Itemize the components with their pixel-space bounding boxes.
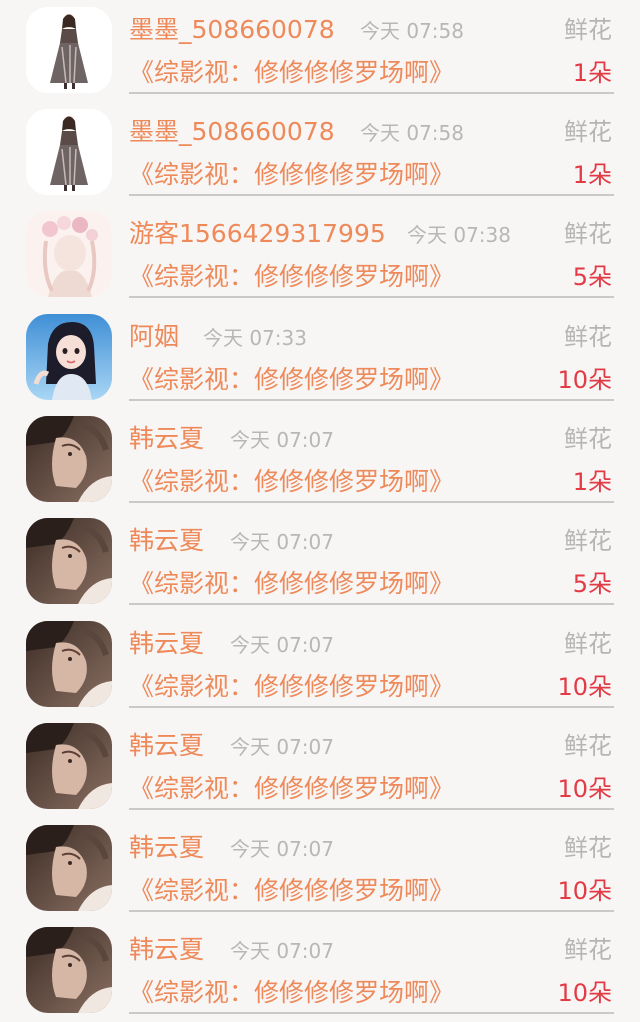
user-avatar[interactable] bbox=[26, 518, 112, 604]
flower-count: 5朵 bbox=[572, 570, 612, 598]
gift-time: 今天 07:07 bbox=[230, 837, 334, 861]
user-avatar[interactable] bbox=[26, 621, 112, 707]
gift-type-label: 鲜花 bbox=[564, 323, 612, 351]
gift-type-label: 鲜花 bbox=[564, 527, 612, 555]
row-divider bbox=[129, 808, 614, 810]
gift-record-item[interactable]: 韩云夏 今天 07:07 鲜花《综影视：修修修修罗场啊》 10朵 bbox=[0, 614, 640, 716]
gift-record-item[interactable]: 墨墨_508660078 今天 07:58 鲜花《综影视：修修修修罗场啊》 1朵 bbox=[0, 0, 640, 102]
user-avatar[interactable] bbox=[26, 927, 112, 1013]
row-divider bbox=[129, 92, 614, 94]
gift-record-list: 墨墨_508660078 今天 07:58 鲜花 《综影视：修修修修罗场啊》 1朵 墨墨… bbox=[0, 0, 640, 1021]
gift-time: 今天 07:07 bbox=[230, 633, 334, 657]
user-avatar[interactable] bbox=[26, 7, 112, 93]
book-title-link[interactable]: 《综影视：修修修修罗场啊》 bbox=[129, 362, 454, 398]
user-name[interactable]: 阿姻 bbox=[129, 319, 179, 355]
flower-count: 10朵 bbox=[557, 775, 612, 803]
user-name[interactable]: 韩云夏 bbox=[129, 421, 204, 457]
user-name[interactable]: 墨墨_508660078 bbox=[129, 114, 335, 150]
gift-time: 今天 07:38 bbox=[407, 223, 511, 247]
gift-record-item[interactable]: 阿姻 今天 07:33 鲜花《综影视：修修修修罗场啊》 10朵 bbox=[0, 307, 640, 409]
user-avatar[interactable] bbox=[26, 211, 112, 297]
gift-time: 今天 07:07 bbox=[230, 428, 334, 452]
user-name[interactable]: 游客1566429317995 bbox=[129, 216, 386, 252]
gift-time: 今天 07:07 bbox=[230, 939, 334, 963]
gift-type-label: 鲜花 bbox=[564, 118, 612, 146]
book-title-link[interactable]: 《综影视：修修修修罗场啊》 bbox=[129, 566, 454, 602]
gift-time: 今天 07:33 bbox=[203, 326, 307, 350]
book-title-link[interactable]: 《综影视：修修修修罗场啊》 bbox=[129, 464, 454, 500]
gift-record-item[interactable]: 韩云夏 今天 07:07 鲜花《综影视：修修修修罗场啊》 1朵 bbox=[0, 409, 640, 511]
gift-time: 今天 07:07 bbox=[230, 735, 334, 759]
user-name[interactable]: 韩云夏 bbox=[129, 728, 204, 764]
row-divider bbox=[129, 603, 614, 605]
user-avatar[interactable] bbox=[26, 723, 112, 809]
gift-time: 今天 07:58 bbox=[360, 121, 464, 145]
gift-record-item[interactable]: 韩云夏 今天 07:07 鲜花《综影视：修修修修罗场啊》 10朵 bbox=[0, 920, 640, 1022]
book-title-link[interactable]: 《综影视：修修修修罗场啊》 bbox=[129, 669, 454, 705]
book-title-link[interactable]: 《综影视：修修修修罗场啊》 bbox=[129, 259, 454, 295]
user-name[interactable]: 墨墨_508660078 bbox=[129, 12, 335, 48]
flower-count: 10朵 bbox=[557, 673, 612, 701]
flower-count: 10朵 bbox=[557, 366, 612, 394]
gift-type-label: 鲜花 bbox=[564, 220, 612, 248]
gift-type-label: 鲜花 bbox=[564, 834, 612, 862]
user-name[interactable]: 韩云夏 bbox=[129, 523, 204, 559]
user-avatar[interactable] bbox=[26, 825, 112, 911]
row-divider bbox=[129, 296, 614, 298]
gift-type-label: 鲜花 bbox=[564, 732, 612, 760]
book-title-link[interactable]: 《综影视：修修修修罗场啊》 bbox=[129, 771, 454, 807]
flower-count: 1朵 bbox=[572, 161, 612, 189]
flower-count: 10朵 bbox=[557, 877, 612, 905]
gift-type-label: 鲜花 bbox=[564, 16, 612, 44]
book-title-link[interactable]: 《综影视：修修修修罗场啊》 bbox=[129, 975, 454, 1011]
book-title-link[interactable]: 《综影视：修修修修罗场啊》 bbox=[129, 873, 454, 909]
row-divider bbox=[129, 1012, 614, 1014]
row-divider bbox=[129, 501, 614, 503]
gift-type-label: 鲜花 bbox=[564, 936, 612, 964]
user-name[interactable]: 韩云夏 bbox=[129, 830, 204, 866]
row-divider bbox=[129, 399, 614, 401]
flower-count: 10朵 bbox=[557, 979, 612, 1007]
row-divider bbox=[129, 910, 614, 912]
gift-record-item[interactable]: 韩云夏 今天 07:07 鲜花《综影视：修修修修罗场啊》 10朵 bbox=[0, 716, 640, 818]
flower-count: 1朵 bbox=[572, 468, 612, 496]
gift-record-item[interactable]: 墨墨_508660078 今天 07:58 鲜花《综影视：修修修修罗场啊》 1朵 bbox=[0, 102, 640, 204]
gift-type-label: 鲜花 bbox=[564, 630, 612, 658]
gift-type-label: 鲜花 bbox=[564, 425, 612, 453]
user-avatar[interactable] bbox=[26, 109, 112, 195]
gift-record-item[interactable]: 游客1566429317995 今天 07:38 鲜花《综影视：修修修修罗场啊》 5朵 bbox=[0, 204, 640, 306]
flower-count: 5朵 bbox=[572, 263, 612, 291]
flower-count: 1朵 bbox=[572, 59, 612, 87]
gift-time: 今天 07:58 bbox=[360, 19, 464, 43]
book-title-link[interactable]: 《综影视：修修修修罗场啊》 bbox=[129, 157, 454, 193]
user-avatar[interactable] bbox=[26, 416, 112, 502]
user-avatar[interactable] bbox=[26, 314, 112, 400]
row-divider bbox=[129, 194, 614, 196]
book-title-link[interactable]: 《综影视：修修修修罗场啊》 bbox=[129, 55, 454, 91]
gift-time: 今天 07:07 bbox=[230, 530, 334, 554]
user-name[interactable]: 韩云夏 bbox=[129, 626, 204, 662]
user-name[interactable]: 韩云夏 bbox=[129, 932, 204, 968]
gift-record-item[interactable]: 韩云夏 今天 07:07 鲜花《综影视：修修修修罗场啊》 10朵 bbox=[0, 818, 640, 920]
gift-record-item[interactable]: 韩云夏 今天 07:07 鲜花《综影视：修修修修罗场啊》 5朵 bbox=[0, 511, 640, 613]
row-divider bbox=[129, 706, 614, 708]
